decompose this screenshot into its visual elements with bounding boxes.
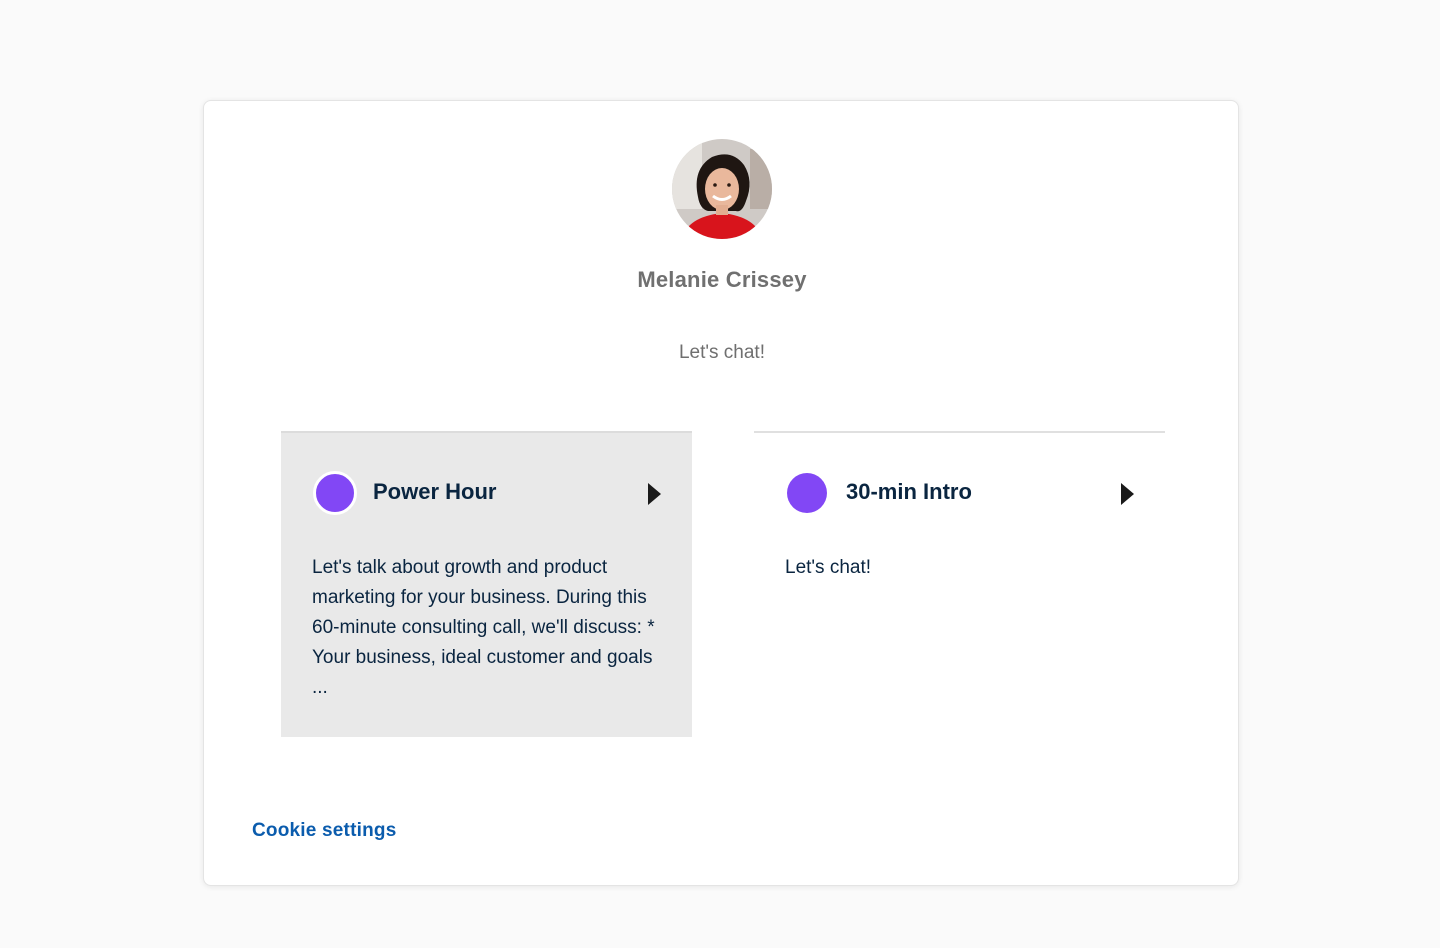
event-color-dot bbox=[787, 473, 827, 513]
event-title: 30-min Intro bbox=[846, 479, 972, 504]
owner-tagline: Let's chat! bbox=[678, 342, 765, 363]
event-description: Let's talk about growth and product mark… bbox=[312, 557, 655, 698]
event-color-dot bbox=[313, 471, 357, 515]
event-title: Power Hour bbox=[373, 479, 497, 504]
event-description: Let's chat! bbox=[785, 557, 872, 578]
caret-right-icon bbox=[648, 483, 661, 505]
event-type-30-min-intro[interactable]: 30-min Intro Let's chat! bbox=[754, 431, 1165, 737]
avatar bbox=[672, 139, 772, 239]
caret-right-icon bbox=[1121, 483, 1134, 505]
cookie-settings-link[interactable]: Cookie settings bbox=[252, 820, 396, 842]
avatar-photo bbox=[672, 139, 772, 239]
owner-name: Melanie Crissey bbox=[637, 267, 807, 292]
event-type-power-hour[interactable]: Power Hour Let's talk about growth and p… bbox=[281, 431, 692, 737]
scheduling-card: Melanie Crissey Let's chat! Power Hour L… bbox=[203, 100, 1239, 886]
